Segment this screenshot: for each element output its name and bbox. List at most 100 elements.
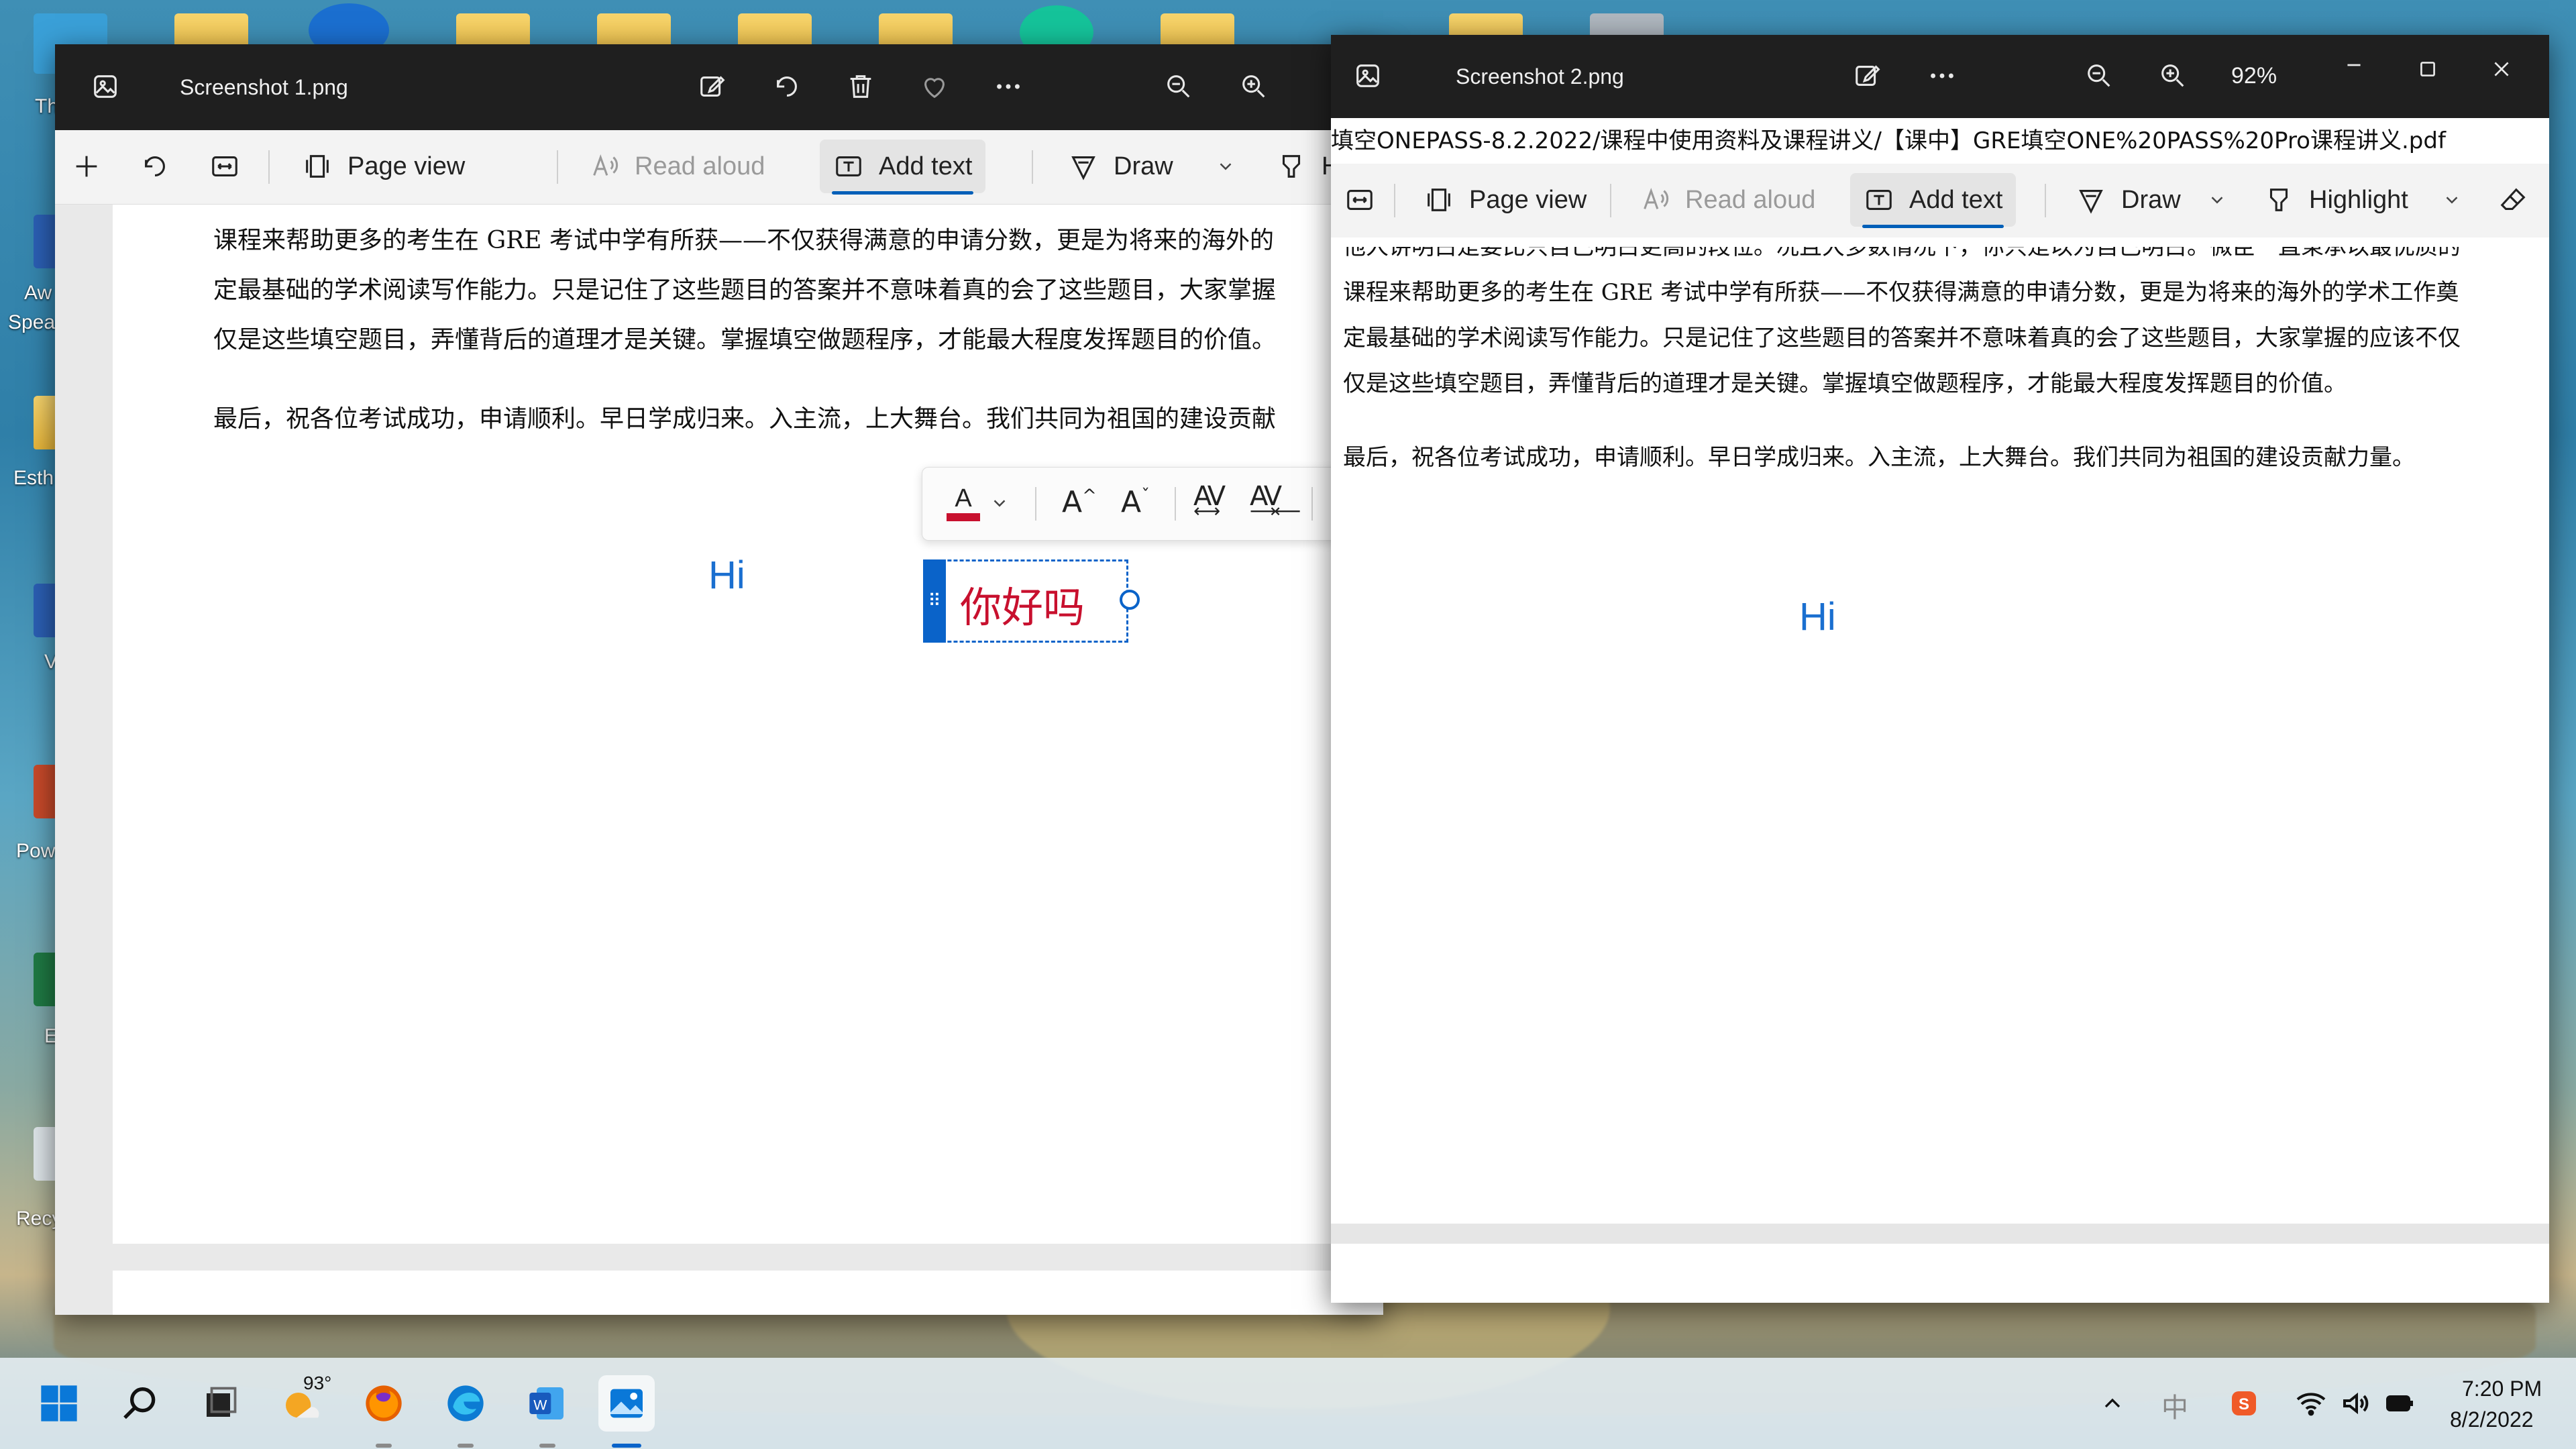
page-view-button[interactable]: Page view <box>288 140 478 193</box>
doc-paragraph-line: 定最基础的学术阅读写作能力。只是记住了这些题目的答案并不意味着真的会了这些题目，… <box>1343 325 2461 352</box>
window1-titlebar: Screenshot 1.png <box>55 44 1383 130</box>
chevron-up-icon[interactable] <box>2089 1375 2136 1432</box>
eraser-icon <box>2500 188 2526 210</box>
fit-width-icon[interactable] <box>1331 173 1389 227</box>
doc-paragraph-line: 仅是这些填空题目，弄懂背后的道理才是关键。掌握填空做题程序，才能最大程度发挥题目… <box>1343 370 2347 397</box>
read-aloud-button[interactable]: Read aloud <box>576 140 778 193</box>
divider <box>1032 150 1033 184</box>
draw-options-chevron[interactable] <box>1202 140 1249 193</box>
increase-font-size-icon[interactable]: A^ <box>1062 485 1097 519</box>
page-view-button[interactable]: Page view <box>1410 173 1600 227</box>
start-windows-icon[interactable] <box>31 1375 87 1432</box>
rotate-icon[interactable] <box>763 63 810 110</box>
divider <box>2045 184 2046 217</box>
desktop-label: Pow <box>16 840 56 862</box>
divider <box>1610 184 1611 217</box>
window2-titlebar: Screenshot 2.png 92% <box>1331 35 2549 118</box>
desktop-label: Esth <box>13 467 54 489</box>
read-aloud-button[interactable]: Read aloud <box>1626 173 1829 227</box>
photos-icon[interactable] <box>598 1375 655 1432</box>
draw-label: Draw <box>2121 185 2181 214</box>
more-options-icon[interactable] <box>1919 52 1966 99</box>
running-indicator <box>376 1444 392 1448</box>
chevron-down-icon <box>2446 197 2458 204</box>
text-annotation-editing[interactable]: 你好吗 <box>960 574 1085 634</box>
doc-paragraph-line: 仅是这些填空题目，弄懂背后的道理才是关键。掌握填空做题程序，才能最大程度发挥题目… <box>213 326 1277 354</box>
add-text-label: Add text <box>1909 185 2003 214</box>
photos-window-1: Screenshot 1.png 他人讲明白是要比只自己明白更高的段位。况且大多… <box>55 44 1383 1315</box>
highlighter-icon <box>1282 155 1301 178</box>
window2-toolbar: Page view Read aloud Add text Draw Highl… <box>1331 164 2549 238</box>
window1-toolbar: Page view Read aloud Add text Draw High <box>55 130 1383 205</box>
add-text-icon <box>1866 190 1892 210</box>
word-icon[interactable]: W <box>519 1375 576 1432</box>
decrease-spacing-icon[interactable]: AV ⟶⟵ <box>1250 481 1301 522</box>
running-indicator <box>458 1444 474 1448</box>
search-icon[interactable] <box>113 1375 169 1432</box>
chevron-down-icon[interactable] <box>989 493 1010 513</box>
wifi-icon[interactable] <box>2288 1375 2334 1432</box>
rotate-view-icon[interactable] <box>126 140 184 193</box>
divider <box>1175 487 1176 521</box>
window2-document-page: 他人讲明白是要比只自己明白更高的段位。况且大多数情况下，你只是以为自己明白。微臣… <box>1331 237 2549 1224</box>
increase-spacing-icon[interactable]: AV ⟷ <box>1193 481 1226 522</box>
delete-icon[interactable] <box>837 63 884 110</box>
eraser-button[interactable] <box>2485 173 2542 227</box>
firefox-icon[interactable] <box>356 1375 412 1432</box>
doc-paragraph-line: 最后，祝各位考试成功，申请顺利。早日学成归来。入主流，上大舞台。我们共同为祖国的… <box>213 405 1277 433</box>
window1-canvas: 他人讲明白是要比只自己明白更高的段位。况且大多数情况下，你只是以为自己明白。微臣… <box>55 130 1383 1315</box>
favorite-heart-icon[interactable] <box>911 63 958 110</box>
edit-image-icon[interactable] <box>690 63 737 110</box>
draw-button[interactable]: Draw <box>1055 140 1187 193</box>
text-annotation-hi[interactable]: Hi <box>1799 594 1836 639</box>
close-icon[interactable] <box>2478 46 2525 93</box>
highlight-button[interactable]: Highlight <box>2250 173 2422 227</box>
rotate-handle[interactable] <box>1120 590 1140 610</box>
more-options-icon[interactable] <box>985 63 1032 110</box>
draw-button[interactable]: Draw <box>2062 173 2194 227</box>
volume-icon[interactable] <box>2332 1375 2379 1432</box>
doc-paragraph-line: 课程来帮助更多的考生在 GRE 考试中学有所获——不仅获得满意的申请分数，更是为… <box>213 227 1275 254</box>
zoom-out-icon[interactable] <box>1155 63 1202 110</box>
text-annotation-hi[interactable]: Hi <box>708 553 745 598</box>
add-text-button[interactable]: Add text <box>1850 173 2017 228</box>
clock-date[interactable]: 8/2/2022 <box>2450 1407 2534 1432</box>
zoom-in-icon[interactable] <box>1230 63 1277 110</box>
task-view-icon[interactable] <box>192 1375 248 1432</box>
selected-text-box[interactable]: ⠿ 你好吗 <box>923 559 1140 643</box>
battery-icon[interactable] <box>2376 1375 2423 1432</box>
draw-icon <box>1071 156 1095 180</box>
taskbar: 93° W 中 S 7:20 PM 8/2/2022 <box>0 1358 2576 1449</box>
zoom-level[interactable]: 92% <box>2231 63 2277 89</box>
drag-handle[interactable]: ⠿ <box>923 559 946 643</box>
minimize-icon[interactable] <box>2330 42 2377 89</box>
window1-next-page <box>113 1271 1383 1315</box>
edit-image-icon[interactable] <box>1845 52 1892 99</box>
doc-paragraph-line: 最后，祝各位考试成功，申请顺利。早日学成归来。入主流，上大舞台。我们共同为祖国的… <box>1343 444 2415 471</box>
font-color-icon[interactable]: A <box>947 485 980 523</box>
read-aloud-icon <box>1644 188 1669 209</box>
add-text-icon <box>836 156 861 176</box>
draw-options-chevron[interactable] <box>2194 173 2241 227</box>
active-indicator <box>612 1444 641 1448</box>
divider <box>1035 487 1036 521</box>
draw-label: Draw <box>1114 152 1173 180</box>
sogou-icon[interactable]: S <box>2220 1375 2267 1432</box>
chevron-down-icon <box>1220 163 1232 170</box>
add-icon[interactable] <box>58 140 115 193</box>
zoom-in-icon[interactable] <box>2149 52 2196 99</box>
decrease-font-size-icon[interactable]: Aˇ <box>1121 485 1150 519</box>
highlighter-icon <box>2269 189 2288 211</box>
desktop-label: Spea <box>8 311 56 333</box>
weather-temp: 93° <box>303 1373 332 1393</box>
page-view-icon <box>1428 189 1450 211</box>
fit-width-icon[interactable] <box>196 140 254 193</box>
edge-icon[interactable] <box>437 1375 494 1432</box>
ime-indicator[interactable]: 中 <box>2161 1386 2188 1425</box>
photos-window-2: Screenshot 2.png 92% 填空ONEPASS-8.2.2022/… <box>1331 35 2549 1303</box>
zoom-out-icon[interactable] <box>2076 52 2123 99</box>
clock-time[interactable]: 7:20 PM <box>2462 1377 2542 1401</box>
add-text-button[interactable]: Add text <box>820 140 986 195</box>
highlight-options-chevron[interactable] <box>2428 173 2475 227</box>
maximize-icon[interactable] <box>2404 46 2451 93</box>
